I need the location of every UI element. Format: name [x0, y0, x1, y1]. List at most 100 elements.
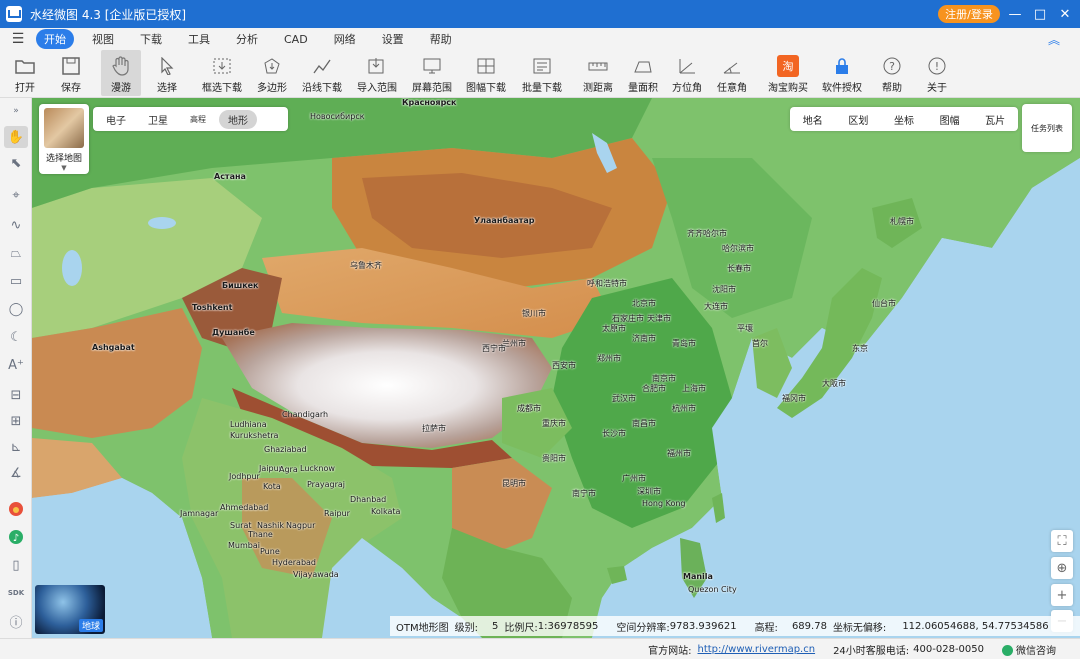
angle-icon [721, 55, 743, 77]
layer-placenames[interactable]: 地名 [803, 112, 823, 127]
tool-box-download[interactable]: 框选下载 [200, 50, 244, 96]
menu-view[interactable]: 视图 [84, 29, 122, 49]
sdk-icon[interactable]: SDK [4, 582, 28, 604]
tool-measure-distance[interactable]: 测距离 [580, 50, 616, 96]
place-label: 广州市 [622, 474, 646, 483]
toolbar: 打开 保存 漫游 选择 框选下载 多边形 沿线下载 导入范围 屏幕范围 图幅下载… [0, 50, 1080, 98]
map-type-elevation[interactable]: 高程 [181, 112, 215, 127]
place-label: 成都市 [517, 404, 541, 413]
place-label: Mumbai [228, 541, 260, 550]
place-label: Kota [263, 482, 281, 491]
maximize-button[interactable]: □ [1030, 4, 1050, 24]
place-label: 合肥市 [642, 384, 666, 393]
polygon-download-icon [261, 55, 283, 77]
map-view[interactable]: Красноярск Новосибирск Астана Улаанбаатар Би… [32, 98, 1080, 638]
draw-circle-icon[interactable]: ◯ [4, 298, 28, 320]
tool-batch-download[interactable]: 批量下载 [520, 50, 564, 96]
site-link[interactable]: http://www.rivermap.cn [698, 644, 816, 655]
mobile-icon[interactable]: ▯ [4, 554, 28, 576]
draw-polygon-icon[interactable]: ⏢ [4, 242, 28, 264]
measure-distance-icon[interactable]: ⊟ [4, 384, 28, 406]
expand-sidebar-icon[interactable]: » [4, 100, 28, 122]
menu-cad[interactable]: CAD [276, 31, 316, 48]
place-label: 天津市 [647, 314, 671, 323]
tool-license[interactable]: 软件授权 [820, 50, 864, 96]
tool-about[interactable]: ! 关于 [920, 50, 954, 96]
close-button[interactable]: ✕ [1055, 4, 1075, 24]
menu-tools[interactable]: 工具 [180, 29, 218, 49]
map-chooser-label: 选择地图 [45, 154, 82, 164]
measure-area-icon[interactable]: ⊞ [4, 410, 28, 432]
place-label: 武汉市 [612, 394, 636, 403]
task-list-button[interactable]: 任务列表 [1022, 104, 1072, 152]
wechat-consult[interactable]: 微信咨询 [1002, 642, 1056, 657]
svg-text:?: ? [889, 60, 895, 73]
ruler-icon [587, 55, 609, 77]
place-label: Hyderabad [272, 558, 316, 567]
help-circle-icon[interactable]: ⓘ [4, 610, 28, 632]
select-cursor-icon[interactable]: ⬉ [4, 152, 28, 174]
weibo-icon[interactable] [4, 498, 28, 520]
tool-select[interactable]: 选择 [150, 50, 184, 96]
tool-polygon-download[interactable]: 多边形 [254, 50, 290, 96]
menu-download[interactable]: 下载 [132, 29, 170, 49]
info-level: 5 [491, 620, 499, 632]
tool-measure-area[interactable]: 量面积 [626, 50, 660, 96]
layer-coordinates[interactable]: 坐标 [894, 112, 914, 127]
layer-sheets[interactable]: 图幅 [940, 112, 960, 127]
map-type-terrain[interactable]: 地形 [219, 109, 257, 129]
add-text-icon[interactable]: A⁺ [4, 354, 28, 376]
menu-analysis[interactable]: 分析 [228, 29, 266, 49]
map-type-switcher: 电子 卫星 高程 地形 [93, 107, 288, 131]
tool-import-range[interactable]: 导入范围 [355, 50, 399, 96]
info-scale: 1:36978595 [537, 620, 599, 632]
fullscreen-icon[interactable]: ⛶ [1051, 530, 1073, 552]
azimuth-tool-icon[interactable]: ⊾ [4, 436, 28, 458]
draw-line-icon[interactable]: ∿ [4, 214, 28, 236]
tool-pan[interactable]: 漫游 [101, 50, 141, 96]
menu-help[interactable]: 帮助 [422, 29, 460, 49]
map-type-electronic[interactable]: 电子 [97, 110, 135, 129]
menu-bar: ☰ 开始 视图 下载 工具 分析 CAD 网络 设置 帮助 ︽ [0, 28, 1080, 50]
tool-screen-range[interactable]: 屏幕范围 [410, 50, 454, 96]
angle-tool-icon[interactable]: ∡ [4, 462, 28, 484]
tool-open[interactable]: 打开 [8, 50, 42, 96]
place-label: Бишкек [222, 281, 259, 290]
tool-any-angle[interactable]: 任意角 [715, 50, 749, 96]
tool-taobao-buy[interactable]: 淘 淘宝购买 [766, 50, 810, 96]
menu-network[interactable]: 网络 [326, 29, 364, 49]
place-label: 首尔 [752, 339, 768, 348]
draw-sector-icon[interactable]: ☾ [4, 326, 28, 348]
map-chooser[interactable]: 选择地图 ▼ [39, 104, 89, 174]
draw-rectangle-icon[interactable]: ▭ [4, 270, 28, 292]
tool-save[interactable]: 保存 [54, 50, 88, 96]
draw-marker-icon[interactable]: ⌖ [4, 184, 28, 206]
menu-start[interactable]: 开始 [36, 29, 74, 49]
music-icon[interactable]: ♪ [4, 526, 28, 548]
map-type-satellite[interactable]: 卫星 [139, 110, 177, 129]
hamburger-menu-icon[interactable]: ☰ [0, 31, 36, 47]
minimize-button[interactable]: — [1005, 4, 1025, 24]
globe-view-button[interactable]: 地球 [35, 585, 105, 634]
locate-icon[interactable]: ⊕ [1051, 557, 1073, 579]
place-label: 乌鲁木齐 [350, 261, 382, 270]
menu-settings[interactable]: 设置 [374, 29, 412, 49]
layer-tiles[interactable]: 瓦片 [985, 112, 1005, 127]
place-label: 大连市 [704, 302, 728, 311]
login-button[interactable]: 注册/登录 [938, 5, 1000, 23]
zoom-in-button[interactable]: + [1051, 584, 1073, 606]
place-label: Quezon City [688, 585, 737, 594]
place-label: Toshkent [192, 303, 233, 312]
tool-help[interactable]: ? 帮助 [875, 50, 909, 96]
place-label: 南宁市 [572, 489, 596, 498]
collapse-ribbon-icon[interactable]: ︽ [1048, 31, 1060, 48]
layer-districts[interactable]: 区划 [848, 112, 868, 127]
place-label: Raipur [324, 509, 350, 518]
tool-line-download[interactable]: 沿线下载 [300, 50, 344, 96]
pan-hand-icon[interactable]: ✋ [4, 126, 28, 148]
batch-download-icon [531, 55, 553, 77]
tool-azimuth[interactable]: 方位角 [670, 50, 704, 96]
help-icon: ? [881, 55, 903, 77]
info-icon: ! [926, 55, 948, 77]
tool-sheet-download[interactable]: 图幅下载 [464, 50, 508, 96]
